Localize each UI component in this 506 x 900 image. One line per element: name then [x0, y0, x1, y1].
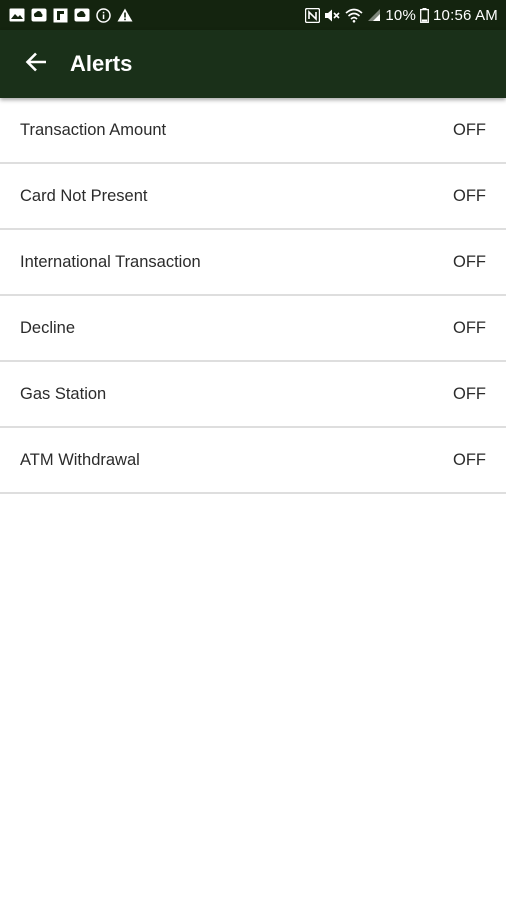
flipboard-icon [53, 8, 68, 23]
alert-status[interactable]: OFF [453, 319, 486, 338]
clock: 10:56 AM [433, 6, 498, 24]
alert-row-card-not-present[interactable]: Card Not Present OFF [0, 164, 506, 230]
alert-row-gas-station[interactable]: Gas Station OFF [0, 362, 506, 428]
alerts-list: Transaction Amount OFF Card Not Present … [0, 98, 506, 494]
system-icons: 10% 10:56 AM [301, 7, 498, 24]
alert-row-atm-withdrawal[interactable]: ATM Withdrawal OFF [0, 428, 506, 494]
app-bar: Alerts [0, 30, 506, 98]
alert-status[interactable]: OFF [453, 121, 486, 140]
alert-status[interactable]: OFF [453, 451, 486, 470]
image-icon [9, 8, 25, 22]
alert-label: ATM Withdrawal [20, 450, 140, 469]
arrow-left-icon [25, 52, 47, 77]
page-title: Alerts [70, 51, 133, 76]
alert-row-international-transaction[interactable]: International Transaction OFF [0, 230, 506, 296]
alert-status[interactable]: OFF [453, 253, 486, 272]
back-button[interactable] [14, 42, 58, 86]
mute-icon [324, 8, 341, 23]
alert-status[interactable]: OFF [453, 187, 486, 206]
cloud-sync-icon [31, 8, 47, 22]
cloud-sync-icon [74, 8, 90, 22]
alert-label: Decline [20, 318, 76, 337]
battery-icon [420, 7, 429, 23]
info-icon [96, 7, 111, 23]
notification-icons [9, 7, 139, 23]
battery-percent: 10% [385, 6, 417, 24]
alert-label: Transaction Amount [20, 120, 167, 139]
status-bar: 10% 10:56 AM [0, 0, 506, 30]
alert-row-decline[interactable]: Decline OFF [0, 296, 506, 362]
wifi-icon [345, 8, 363, 23]
alert-label: Card Not Present [20, 186, 148, 205]
signal-icon [367, 8, 381, 22]
alert-label: International Transaction [20, 252, 201, 271]
alert-label: Gas Station [20, 384, 107, 403]
nfc-icon [305, 7, 321, 23]
alert-row-transaction-amount[interactable]: Transaction Amount OFF [0, 98, 506, 164]
warning-icon [117, 8, 133, 22]
alert-status[interactable]: OFF [453, 385, 486, 404]
